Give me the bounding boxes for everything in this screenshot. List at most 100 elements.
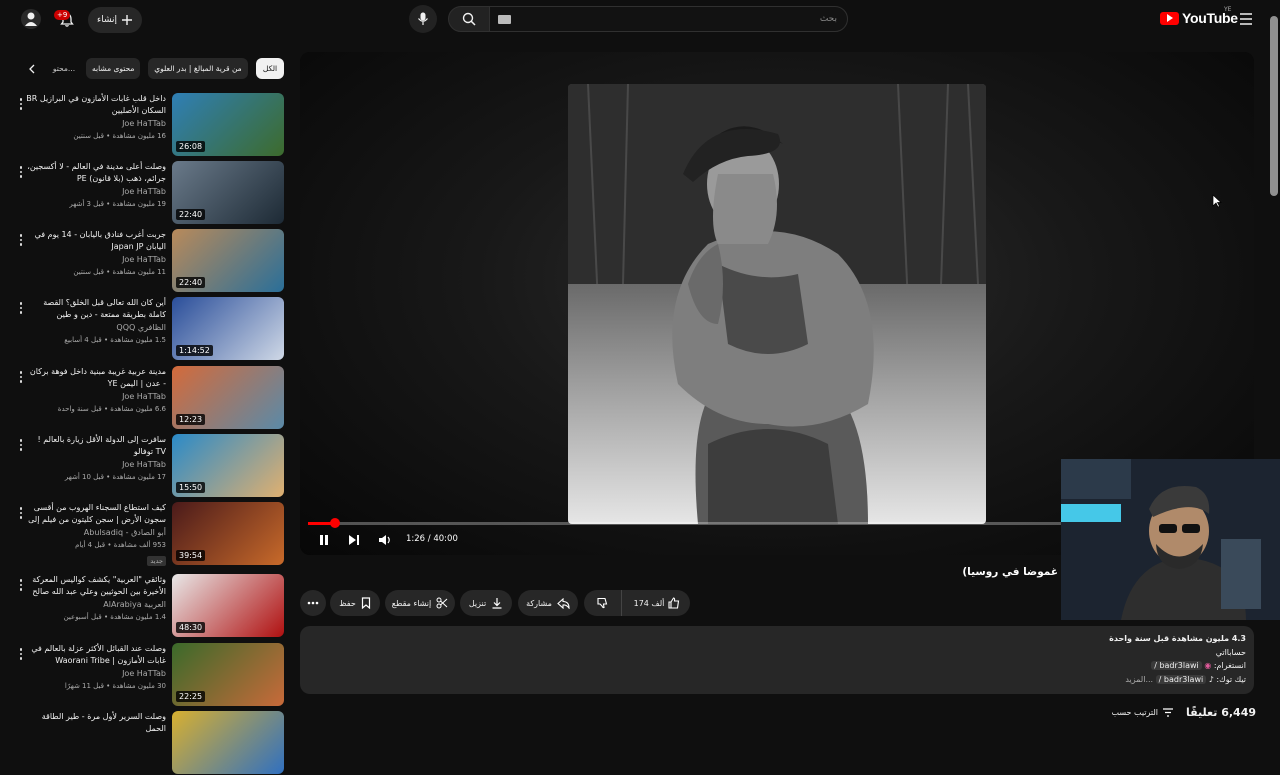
more-options-icon[interactable]: [18, 165, 24, 179]
search-box: بحث: [448, 6, 848, 32]
more-horizontal-icon: [307, 601, 319, 605]
video-duration: 22:40: [176, 277, 206, 288]
channel-name[interactable]: الظافري QQQ: [26, 321, 166, 334]
related-video-item[interactable]: 12:23 مدينة عربية غريبة مبنية داخل فوهة ب…: [0, 366, 290, 430]
next-icon: [349, 535, 359, 545]
video-title[interactable]: جربت أغرب فنادق باليابان - 14 يوم في الي…: [26, 229, 166, 253]
video-title[interactable]: داخل قلب غابات الأمازون في البرازيل BR ا…: [26, 93, 166, 117]
related-video-item[interactable]: 48:30 وثائقي "العربية" يكشف كواليس المعرك…: [0, 574, 290, 638]
save-button[interactable]: حفظ: [330, 590, 380, 616]
create-button[interactable]: إنشاء: [88, 7, 142, 33]
video-thumbnail[interactable]: 22:25: [172, 643, 284, 706]
instagram-link[interactable]: badr3lawi /: [1151, 661, 1202, 670]
pause-button[interactable]: [316, 532, 332, 548]
related-video-item[interactable]: 1:14:52 أين كان الله تعالى قبل الخلق؟ الق…: [0, 297, 290, 361]
menu-hamburger-icon[interactable]: [1237, 10, 1255, 28]
related-video-item[interactable]: 39:54 كيف استطاع السجناء الهروب من أقسى س…: [0, 502, 290, 566]
sort-icon: [1163, 708, 1173, 717]
video-meta: وثائقي "العربية" يكشف كواليس المعركة الأ…: [26, 574, 166, 624]
video-duration: 15:50: [176, 482, 206, 493]
video-title[interactable]: وصلت السرير لأول مرة - طير الطاقة الحمل: [26, 711, 166, 735]
video-title: غموضا في روسيا): [962, 566, 1058, 578]
video-title[interactable]: مدينة عربية غريبة مبنية داخل فوهة بركان …: [26, 366, 166, 390]
youtube-logo[interactable]: YouTube YE: [1160, 6, 1238, 26]
more-options-icon[interactable]: [18, 97, 24, 111]
tiktok-link[interactable]: badr3lawi /: [1155, 674, 1207, 684]
related-video-item[interactable]: 26:08 داخل قلب غابات الأمازون في البرازيل…: [0, 93, 290, 157]
video-thumbnail[interactable]: [172, 711, 284, 774]
more-options-icon[interactable]: [18, 506, 24, 520]
account-avatar[interactable]: [20, 8, 42, 30]
chip-all[interactable]: الكل: [256, 58, 284, 79]
related-video-item[interactable]: وصلت السرير لأول مرة - طير الطاقة الحمل: [0, 711, 290, 775]
more-options-icon[interactable]: [18, 438, 24, 452]
next-button[interactable]: [346, 532, 362, 548]
video-thumbnail[interactable]: 12:23: [172, 366, 284, 429]
new-badge: جديد: [147, 556, 166, 566]
chip-from-channel[interactable]: من قرية المبالغ | بدر العلوي: [148, 58, 248, 79]
voice-search-button[interactable]: [409, 5, 437, 33]
channel-name[interactable]: العربية AlArabiya: [26, 598, 166, 611]
channel-name[interactable]: أبو الصادق - Abulsadiq: [26, 526, 166, 539]
channel-name[interactable]: Joe HaTTab: [26, 185, 166, 198]
video-thumbnail[interactable]: 48:30: [172, 574, 284, 637]
more-options-icon[interactable]: [18, 578, 24, 592]
dislike-button[interactable]: [584, 590, 622, 616]
create-label: إنشاء: [96, 15, 117, 25]
channel-name[interactable]: Joe HaTTab: [26, 667, 166, 680]
clip-button[interactable]: إنشاء مقطع: [385, 590, 455, 616]
show-more-link[interactable]: ...المزيد: [1125, 675, 1153, 684]
video-duration: 12:23: [176, 414, 206, 425]
more-options-icon[interactable]: [18, 370, 24, 384]
channel-name[interactable]: Joe HaTTab: [26, 390, 166, 403]
video-title[interactable]: سافرت إلى الدولة الأقل زيارة بالعالم ! T…: [26, 434, 166, 458]
video-title[interactable]: وثائقي "العربية" يكشف كواليس المعركة الأ…: [26, 574, 166, 598]
search-button[interactable]: [448, 6, 490, 32]
page-scrollbar[interactable]: [1270, 16, 1278, 196]
channel-name[interactable]: Joe HaTTab: [26, 253, 166, 266]
related-video-item[interactable]: 22:25 وصلت عند القبائل الأكثر عزلة بالعال…: [0, 643, 290, 707]
description-box[interactable]: 4.3 مليون مشاهدة قبل سنة واحدة حسابااتي …: [300, 626, 1254, 694]
channel-name[interactable]: Joe HaTTab: [26, 458, 166, 471]
download-button[interactable]: تنزيل: [460, 590, 512, 616]
video-frame[interactable]: [568, 84, 986, 524]
video-thumbnail[interactable]: 39:54: [172, 502, 284, 565]
video-thumbnail[interactable]: 22:40: [172, 229, 284, 292]
related-video-item[interactable]: 15:50 سافرت إلى الدولة الأقل زيارة بالعال…: [0, 434, 290, 498]
volume-button[interactable]: [377, 532, 393, 548]
video-title[interactable]: كيف استطاع السجناء الهروب من أقسى سجون ا…: [26, 502, 166, 526]
chevron-left-icon[interactable]: [24, 61, 40, 77]
share-button[interactable]: مشاركة: [518, 590, 578, 616]
channel-name[interactable]: Joe HaTTab: [26, 117, 166, 130]
video-views-date: 1.5 مليون مشاهدة • قبل 4 أسابيع: [64, 336, 166, 344]
video-thumbnail[interactable]: 22:40: [172, 161, 284, 224]
video-thumbnail[interactable]: 1:14:52: [172, 297, 284, 360]
top-bar: +9 إنشاء بحث YouTube YE: [0, 0, 1280, 40]
video-thumbnail[interactable]: 26:08: [172, 93, 284, 156]
more-options-icon[interactable]: [18, 647, 24, 661]
video-title[interactable]: وصلت عند القبائل الأكثر عزلة بالعالم في …: [26, 643, 166, 667]
search-input[interactable]: بحث: [489, 6, 848, 32]
instagram-line: انستغرام: ◉ badr3lawi /: [1109, 659, 1246, 673]
related-video-item[interactable]: 22:40 وصلت أعلى مدينة في العالم - لا أكسج…: [0, 161, 290, 225]
sort-button[interactable]: الترتيب حسب: [1112, 708, 1174, 717]
video-duration: 22:40: [176, 209, 206, 220]
video-thumbnail[interactable]: 15:50: [172, 434, 284, 497]
like-button[interactable]: 174 ألف: [624, 590, 690, 616]
chip-more[interactable]: محتو...: [50, 58, 78, 79]
video-meta: وصلت أعلى مدينة في العالم - لا أكسجين، ج…: [26, 161, 166, 211]
more-options-icon[interactable]: [18, 233, 24, 247]
thumbs-up-icon: [668, 597, 680, 609]
video-title[interactable]: وصلت أعلى مدينة في العالم - لا أكسجين، ج…: [26, 161, 166, 185]
instagram-icon: ◉: [1204, 661, 1212, 670]
video-title[interactable]: أين كان الله تعالى قبل الخلق؟ القصة كامل…: [26, 297, 166, 321]
chip-similar[interactable]: محتوى مشابه: [86, 58, 140, 79]
like-dislike-group: 174 ألف: [584, 590, 690, 616]
more-options-icon[interactable]: [18, 301, 24, 315]
pause-icon: [320, 535, 328, 545]
related-video-item[interactable]: 22:40 جربت أغرب فنادق باليابان - 14 يوم ف…: [0, 229, 290, 293]
more-actions-button[interactable]: [300, 590, 326, 616]
progress-bar[interactable]: [308, 518, 1068, 528]
keyboard-icon[interactable]: [498, 15, 511, 24]
share-icon: [557, 597, 570, 609]
